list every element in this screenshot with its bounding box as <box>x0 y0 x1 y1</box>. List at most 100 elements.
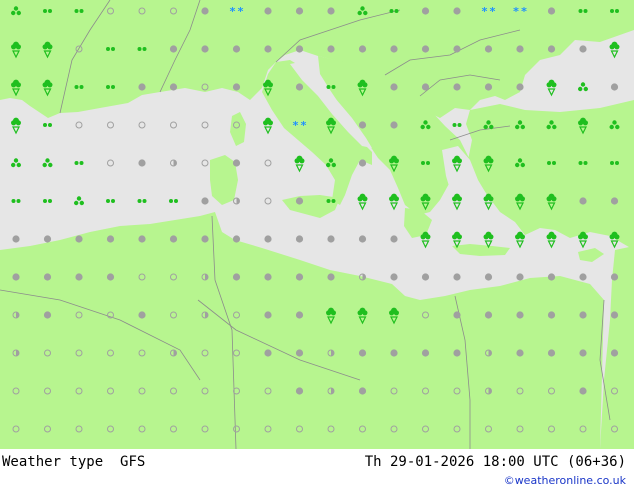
weather-symbol-showers <box>546 231 557 249</box>
weather-symbol-cloudy <box>264 311 272 319</box>
land-layer <box>0 0 634 449</box>
weather-symbol-cloudy <box>358 121 367 129</box>
weather-symbol-cloudy <box>232 273 241 281</box>
weather-symbol-cloudy <box>547 349 556 357</box>
weather-symbol-cloudy <box>390 83 398 91</box>
weather-symbol-cloudy <box>421 45 430 53</box>
weather-symbol-clear <box>107 121 114 129</box>
weather-symbol-cloudy <box>295 311 304 319</box>
weather-symbol-cloudy <box>75 235 83 243</box>
weather-symbol-cloudy <box>358 45 367 53</box>
weather-symbol-cloudy <box>579 273 587 281</box>
weather-symbol-heavy-showers <box>42 158 53 168</box>
weather-symbol-cloudy <box>264 235 272 243</box>
land-north-africa <box>0 212 604 449</box>
weather-symbol-cloudy <box>358 387 367 395</box>
weather-symbol-cloudy <box>327 7 335 15</box>
weather-symbol-cloudy <box>547 311 556 319</box>
weather-symbol-cloudy <box>295 7 304 15</box>
weather-symbol-cloudy <box>579 197 587 205</box>
weather-symbol-cloudy <box>75 273 83 281</box>
weather-symbol-cloudy <box>264 273 272 281</box>
weather-symbol-cloudy <box>610 83 619 91</box>
weather-symbol-drizzle <box>43 199 52 203</box>
svg-text:*: * <box>301 119 307 132</box>
weather-symbol-cloudy <box>358 159 367 167</box>
weather-symbol-cloudy <box>547 7 556 15</box>
weather-symbol-cloudy <box>579 387 587 395</box>
svg-text:*: * <box>513 5 519 18</box>
weather-symbol-cloudy <box>453 349 461 357</box>
weather-symbol-cloudy <box>43 235 52 243</box>
map-title: Weather type GFS <box>2 454 145 470</box>
weather-symbol-cloudy <box>358 235 367 243</box>
weather-symbol-cloudy <box>610 197 619 205</box>
svg-text:*: * <box>238 5 244 18</box>
weather-symbol-showers <box>294 155 305 173</box>
weather-symbol-cloudy <box>390 45 398 53</box>
weather-symbol-cloudy <box>201 45 209 53</box>
weather-symbol-cloudy <box>610 311 619 319</box>
weather-symbol-drizzle <box>137 199 147 203</box>
weather-symbol-drizzle <box>74 161 84 165</box>
weather-symbol-cloudy <box>295 387 304 395</box>
weather-symbol-cloudy <box>43 311 52 319</box>
weather-symbol-cloudy <box>579 45 587 53</box>
weather-symbol-cloudy <box>484 83 493 91</box>
weather-symbol-cloudy <box>295 45 304 53</box>
weather-symbol-cloudy <box>12 235 20 243</box>
weather-symbol-cloudy <box>390 121 398 129</box>
footer: Weather type GFS Th 29-01-2026 18:00 UTC… <box>0 449 634 490</box>
weather-symbol-cloudy <box>358 349 367 357</box>
weather-symbol-drizzle <box>11 199 21 203</box>
valid-time: Th 29-01-2026 18:00 UTC (06+36) <box>364 454 626 470</box>
weather-symbol-clear <box>264 159 272 167</box>
weather-symbol-cloudy <box>232 83 241 91</box>
weather-symbol-cloudy <box>43 273 52 281</box>
weather-symbol-cloudy <box>516 45 524 53</box>
weather-symbol-cloudy <box>169 45 178 53</box>
weather-symbol-cloudy <box>484 311 493 319</box>
weather-symbol-cloudy <box>169 83 178 91</box>
credit-link[interactable]: ©weatheronline.co.uk <box>504 474 626 487</box>
weather-symbol-cloudy <box>516 311 524 319</box>
weather-symbol-cloudy <box>295 197 304 205</box>
weather-symbol-cloudy <box>516 83 524 91</box>
weather-symbol-cloudy <box>390 235 398 243</box>
weather-symbol-heavy-showers <box>11 158 21 168</box>
svg-text:*: * <box>293 119 299 132</box>
weather-symbol-cloudy <box>610 273 619 281</box>
weather-symbol-cloudy <box>327 273 335 281</box>
weather-symbol-cloudy <box>138 83 146 91</box>
svg-text:*: * <box>230 5 236 18</box>
weather-symbol-showers <box>389 193 399 211</box>
weather-symbol-cloudy <box>453 311 461 319</box>
svg-text:*: * <box>521 5 527 18</box>
weather-symbol-cloudy <box>201 197 209 205</box>
weather-symbol-partly-cloudy <box>170 159 177 167</box>
weather-symbol-drizzle <box>169 199 178 203</box>
weather-symbol-showers <box>263 117 273 135</box>
weather-symbol-showers <box>515 231 526 249</box>
weather-symbol-cloudy <box>12 273 20 281</box>
weather-symbol-cloudy <box>232 159 241 167</box>
weather-symbol-cloudy <box>390 273 398 281</box>
weather-symbol-cloudy <box>421 273 430 281</box>
weather-symbol-drizzle <box>106 199 115 203</box>
weather-symbol-cloudy <box>295 83 304 91</box>
svg-text:*: * <box>482 5 488 18</box>
weather-symbol-cloudy <box>138 311 146 319</box>
model-label: GFS <box>120 454 146 470</box>
land-crete <box>452 244 510 256</box>
weather-symbol-cloudy <box>390 349 398 357</box>
weather-symbol-cloudy <box>232 235 241 243</box>
weather-symbol-cloudy <box>295 273 304 281</box>
weather-symbol-showers <box>357 193 368 211</box>
weather-symbol-cloudy <box>516 349 524 357</box>
weather-symbol-cloudy <box>106 235 115 243</box>
weather-symbol-cloudy <box>264 349 272 357</box>
map-canvas: * * * * * ** * <box>0 0 634 449</box>
weather-symbol-cloudy <box>579 349 587 357</box>
weather-symbol-cloudy <box>232 45 241 53</box>
map-type-label: Weather type <box>2 454 104 470</box>
